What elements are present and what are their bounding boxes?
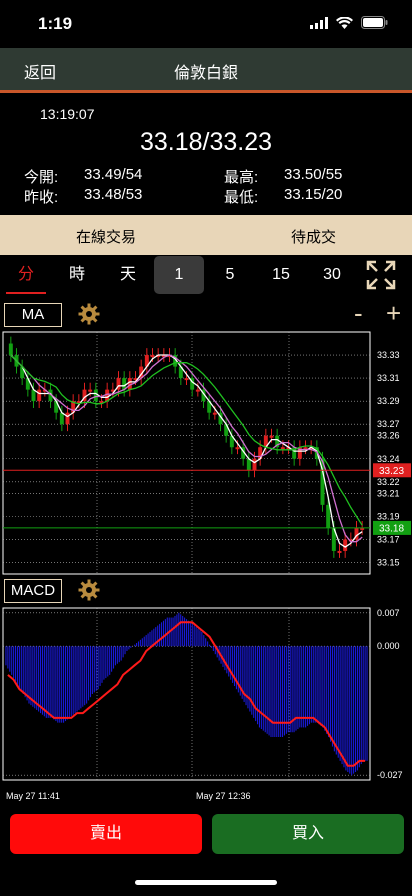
price-tick-label: 33.17 xyxy=(377,534,400,544)
tab-5[interactable]: 5 xyxy=(205,256,255,294)
ma-settings-gear-icon[interactable] xyxy=(78,303,100,330)
time-label-mid: May 27 12:36 xyxy=(196,791,251,801)
price-tick-label: 33.21 xyxy=(377,488,400,498)
candle xyxy=(184,378,189,381)
candle xyxy=(212,412,217,415)
price-tick-label: 33.22 xyxy=(377,477,400,487)
quote-time: 13:19:07 xyxy=(40,106,95,122)
battery-icon xyxy=(361,16,388,34)
signal-icon xyxy=(310,16,328,34)
price-tick-label: 33.27 xyxy=(377,419,400,429)
candle xyxy=(37,389,42,402)
fullscreen-icon[interactable] xyxy=(364,258,398,292)
prev-close-label: 昨收: xyxy=(24,189,59,206)
tab-minute[interactable]: 分 xyxy=(1,256,51,294)
status-time: 1:19 xyxy=(38,14,73,33)
pending-tab[interactable]: 待成交 xyxy=(291,226,336,247)
price-chart[interactable]: 33.33 33.31 33.29 33.27 33.26 33.24 33.2233.21… xyxy=(0,328,412,806)
online-trade-tab[interactable]: 在線交易 xyxy=(76,226,136,247)
ask-marker-label: 33.23 xyxy=(379,466,404,477)
tab-1[interactable]: 1 xyxy=(154,256,204,294)
back-button[interactable]: 返回 xyxy=(24,59,56,83)
price-tick-label: 33.24 xyxy=(377,454,400,464)
bid-marker-label: 33.18 xyxy=(379,523,404,534)
price-tick-label: 33.19 xyxy=(377,511,400,521)
status-icons xyxy=(310,16,388,34)
quote-price: 33.18/33.23 xyxy=(139,128,273,156)
candle xyxy=(65,412,70,425)
candle xyxy=(337,550,342,553)
nav-bar: 倫敦白銀 返回 xyxy=(0,48,412,93)
open-label: 今開: xyxy=(24,169,59,186)
candle xyxy=(150,355,155,358)
sell-button[interactable]: 賣出 xyxy=(10,814,202,854)
low-label: 最低: xyxy=(224,189,259,206)
price-tick-label: 33.29 xyxy=(377,396,400,406)
candle xyxy=(252,458,257,471)
candle xyxy=(235,447,240,450)
high-value: 33.50/55 xyxy=(284,166,343,183)
candle xyxy=(93,389,98,402)
wifi-icon xyxy=(336,16,353,34)
macd-tick-label: 0.007 xyxy=(377,608,400,618)
status-bar: 1:19 xyxy=(0,0,412,48)
candle xyxy=(8,343,13,356)
candle xyxy=(31,389,36,402)
home-indicator xyxy=(135,880,277,885)
candle xyxy=(343,539,348,551)
candle xyxy=(269,435,274,438)
time-label-start: May 27 11:41 xyxy=(6,791,60,801)
price-tick-label: 33.33 xyxy=(377,350,400,360)
tab-hour[interactable]: 時 xyxy=(52,256,102,294)
high-label: 最高: xyxy=(224,169,259,186)
macd-tick-label: 0.000 xyxy=(377,641,400,651)
page-title: 倫敦白銀 xyxy=(173,65,238,82)
buy-button[interactable]: 買入 xyxy=(212,814,404,854)
zoom-in-button[interactable]: + xyxy=(386,298,401,329)
macd-tick-label: -0.027 xyxy=(377,770,403,780)
macd-bars xyxy=(5,612,368,776)
candle xyxy=(88,389,93,392)
price-tick-label: 33.15 xyxy=(377,557,400,567)
ma-indicator-button[interactable]: MA xyxy=(4,303,62,327)
tab-30[interactable]: 30 xyxy=(307,256,357,294)
tab-15[interactable]: 15 xyxy=(256,256,306,294)
candle xyxy=(326,504,331,528)
action-bar: 在線交易 待成交 xyxy=(0,215,412,255)
price-tick-label: 33.26 xyxy=(377,431,400,441)
candle xyxy=(195,389,200,392)
price-tick-label: 33.31 xyxy=(377,373,400,383)
tab-day[interactable]: 天 xyxy=(103,256,153,294)
zoom-out-button[interactable]: - xyxy=(354,298,363,329)
prev-close-value: 33.48/53 xyxy=(84,186,143,203)
candle xyxy=(280,447,285,450)
low-value: 33.15/20 xyxy=(284,186,343,203)
open-value: 33.49/54 xyxy=(84,166,143,183)
